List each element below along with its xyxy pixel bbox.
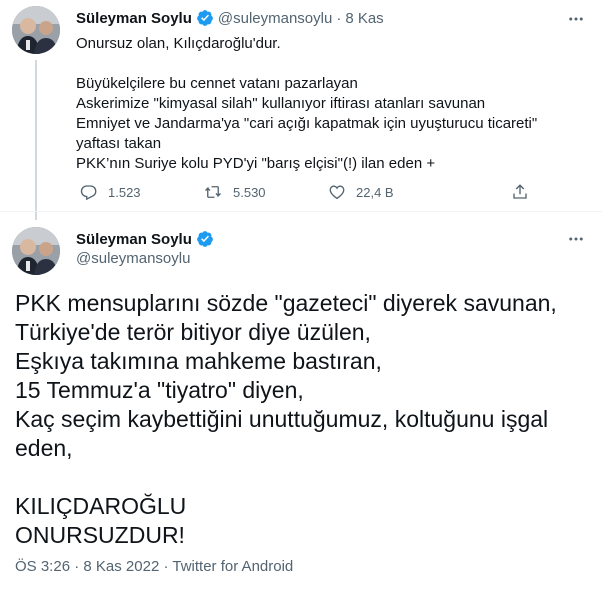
reply-button[interactable]: 1.523 — [80, 182, 141, 202]
share-icon — [513, 184, 527, 199]
tweet-line: Büyükelçilere bu cennet vatanı pazarlaya… — [76, 75, 358, 92]
tweet-header: Süleyman Soylu @suleymansoylu · 8 Kas — [76, 7, 384, 29]
retweet-count: 5.530 — [233, 184, 266, 200]
author-handle[interactable]: @suleymansoylu — [76, 250, 218, 267]
tweet-line: 15 Temmuz'a "tiyatro" diyen, — [15, 377, 304, 403]
thread-connector-line — [35, 60, 37, 220]
tweet-full-date[interactable]: 8 Kas 2022 — [83, 558, 159, 575]
tweet-line: eden, — [15, 435, 73, 461]
tweet-source[interactable]: Twitter for Android — [172, 558, 293, 575]
tweet-meta: ÖS 3:26 · 8 Kas 2022 · Twitter for Andro… — [15, 558, 294, 575]
avatar[interactable] — [12, 6, 60, 54]
tweet-header: Süleyman Soylu @suleymansoylu — [76, 229, 218, 267]
tweet-time[interactable]: ÖS 3:26 — [15, 558, 70, 575]
tweet-date[interactable]: 8 Kas — [345, 10, 383, 27]
like-button[interactable]: 22,4 B — [328, 182, 394, 202]
tweet-text: PKK mensuplarını sözde "gazeteci" diyere… — [15, 289, 600, 550]
tweet-line: Kaç seçim kaybettiğini unuttuğumuz, kolt… — [15, 406, 549, 432]
more-icon[interactable] — [564, 10, 588, 28]
tweet-line: yaftası takan — [76, 135, 162, 152]
share-button[interactable] — [511, 182, 539, 202]
like-icon — [329, 185, 345, 200]
author-name[interactable]: Süleyman Soylu — [76, 10, 192, 27]
more-icon[interactable] — [564, 230, 588, 248]
tweet-line: PKK mensuplarını sözde "gazeteci" diyere… — [15, 290, 557, 316]
separator-dot: · — [336, 9, 342, 27]
retweet-button[interactable]: 5.530 — [203, 182, 266, 202]
action-bar: 1.523 5.530 22,4 B — [70, 182, 540, 202]
tweet-line: Onursuz olan, Kılıçdaroğlu'dur. — [76, 35, 281, 52]
reply-count: 1.523 — [108, 184, 141, 200]
reply-icon — [80, 185, 97, 201]
tweet-line: Askerimize "kimyasal silah" kullanıyor i… — [76, 95, 486, 112]
retweet-icon — [205, 186, 221, 198]
tweet-parent[interactable]: Süleyman Soylu @suleymansoylu · 8 Kas On… — [0, 0, 602, 220]
like-count: 22,4 B — [356, 184, 394, 200]
author-handle[interactable]: @suleymansoylu — [218, 10, 332, 27]
tweet-line: Eşkıya takımına mahkeme bastıran, — [15, 348, 382, 374]
tweet-line: Türkiye'de terör bitiyor diye üzülen, — [15, 319, 371, 345]
tweet-text: Onursuz olan, Kılıçdaroğlu'dur. Büyükelç… — [76, 34, 586, 174]
tweet-line: Emniyet ve Jandarma'ya "cari açığı kapat… — [76, 115, 538, 132]
avatar[interactable] — [12, 227, 60, 275]
tweet-line: KILIÇDAROĞLU — [15, 493, 187, 519]
verified-badge-icon — [196, 9, 214, 27]
author-name[interactable]: Süleyman Soylu — [76, 231, 192, 248]
tweet-line: PKK’nın Suriye kolu PYD'yi "barış elçisi… — [76, 155, 436, 172]
tweet-divider — [0, 211, 602, 212]
tweet-line: ONURSUZDUR! — [15, 522, 185, 548]
verified-badge-icon — [196, 230, 214, 248]
